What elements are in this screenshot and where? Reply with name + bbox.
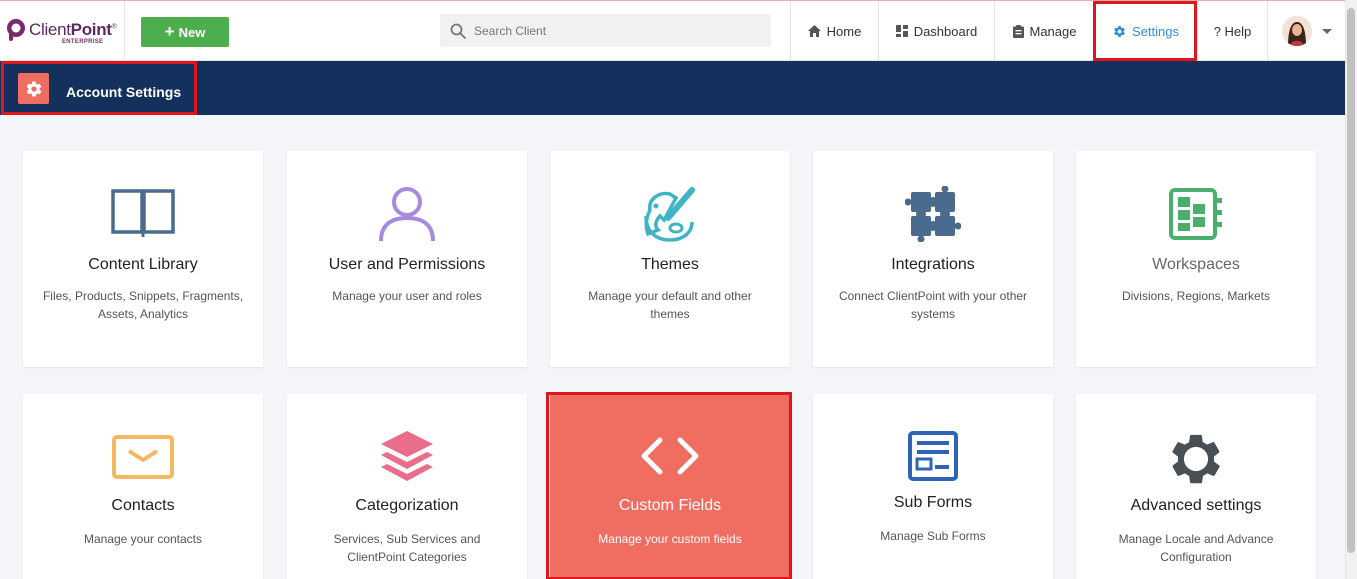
card-title: User and Permissions <box>328 256 486 273</box>
card-description: Manage Sub Forms <box>880 529 986 543</box>
avatar <box>1281 16 1312 46</box>
nav-home-label: Home <box>826 23 862 39</box>
card-contacts[interactable]: Contacts Manage your contacts <box>23 394 263 579</box>
book-icon <box>23 188 263 238</box>
card-user-permissions[interactable]: User and Permissions Manage your user an… <box>287 151 527 367</box>
card-title: Advanced settings <box>1130 497 1262 514</box>
gear-icon <box>1076 430 1316 488</box>
nav-home[interactable]: Home <box>790 1 878 61</box>
nav-manage[interactable]: Manage <box>994 1 1094 61</box>
search-box[interactable] <box>440 14 771 47</box>
form-icon <box>813 430 1053 482</box>
user-icon <box>287 186 527 242</box>
card-title: Integrations <box>891 256 975 273</box>
custom-fields-highlight-box <box>546 392 792 579</box>
card-themes[interactable]: Themes Manage your default and other them… <box>550 151 790 367</box>
card-description: Connect ClientPoint with your other syste… <box>838 289 1028 321</box>
nav-dashboard[interactable]: Dashboard <box>878 1 994 61</box>
palette-icon <box>550 186 790 242</box>
nav-help[interactable]: ? Help <box>1197 1 1267 61</box>
layers-icon <box>287 429 527 485</box>
new-button-label: New <box>178 24 206 40</box>
clientpoint-logo-icon <box>7 19 25 41</box>
card-title: Categorization <box>355 497 459 514</box>
title-highlight-box <box>1 61 197 115</box>
search-input[interactable] <box>474 23 754 38</box>
card-workspaces[interactable]: Workspaces Divisions, Regions, Markets <box>1076 151 1316 367</box>
clipboard-icon <box>1012 24 1024 38</box>
card-description: Services, Sub Services and ClientPoint Ca… <box>333 532 481 564</box>
card-description: Manage Locale and Advance Configuration <box>1118 532 1274 564</box>
user-menu[interactable] <box>1267 1 1345 61</box>
card-title: Themes <box>641 256 699 273</box>
new-button[interactable]: + New <box>141 17 229 47</box>
chevron-down-icon <box>1321 28 1332 34</box>
card-description: Manage your default and other themes <box>588 289 752 321</box>
card-title: Sub Forms <box>893 494 973 511</box>
envelope-icon <box>23 434 263 480</box>
puzzle-icon <box>813 186 1053 242</box>
scrollbar-thumb[interactable] <box>1347 8 1355 553</box>
card-description: Files, Products, Snippets, Fragments, Ass… <box>42 289 244 321</box>
brand-edition: ENTERPRISE <box>62 39 104 45</box>
brand-name: ClientPoint® <box>29 20 117 39</box>
card-description: Manage your contacts <box>83 532 203 546</box>
card-advanced-settings[interactable]: Advanced settings Manage Locale and Adva… <box>1076 394 1316 579</box>
plus-icon: + <box>164 21 175 41</box>
card-content-library[interactable]: Content Library Files, Products, Snippet… <box>23 151 263 367</box>
card-title: Workspaces <box>1152 256 1240 273</box>
card-description: Manage your user and roles <box>332 289 482 303</box>
search-icon <box>450 23 466 39</box>
home-icon <box>807 25 821 37</box>
card-categorization[interactable]: Categorization Services, Sub Services an… <box>287 394 527 579</box>
page-header: Account Settings <box>0 61 1345 115</box>
card-sub-forms[interactable]: Sub Forms Manage Sub Forms <box>813 394 1053 579</box>
settings-highlight-box <box>1093 1 1197 61</box>
card-description: Divisions, Regions, Markets <box>1121 289 1271 303</box>
card-integrations[interactable]: Integrations Connect ClientPoint with yo… <box>813 151 1053 367</box>
card-title: Content Library <box>88 256 198 273</box>
card-title: Contacts <box>111 497 175 514</box>
nav-dashboard-label: Dashboard <box>913 23 978 39</box>
nav-help-label: ? Help <box>1213 23 1252 39</box>
workspaces-icon <box>1076 186 1316 242</box>
nav-manage-label: Manage <box>1029 23 1077 39</box>
clientpoint-logo[interactable]: ClientPoint® ENTERPRISE <box>0 1 125 61</box>
dashboard-icon <box>895 25 908 37</box>
